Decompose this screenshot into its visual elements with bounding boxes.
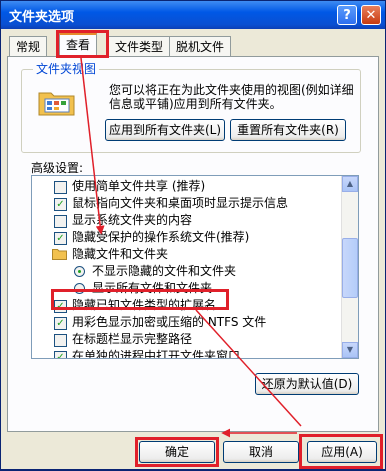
apply-button[interactable]: 应用(A) (307, 441, 377, 463)
help-button[interactable]: ? (337, 5, 357, 25)
advanced-settings-list: 使用简单文件共享 (推荐) ✓ 鼠标指向文件夹和桌面项时显示提示信息 显示系统文… (31, 175, 359, 359)
scroll-down-arrow-icon[interactable]: ▼ (342, 342, 358, 358)
checkbox-unchecked[interactable] (54, 215, 67, 228)
scroll-up-arrow-icon[interactable]: ▲ (342, 176, 358, 192)
tab-offline-files[interactable]: 脱机文件 (169, 36, 232, 56)
folder-views-description: 您可以将正在为此文件夹使用的视图(例如详细信息或平铺)应用到所有文件夹。 (109, 83, 354, 111)
radio-selected[interactable] (74, 266, 85, 277)
checkbox-checked[interactable]: ✓ (54, 317, 67, 330)
checkbox-unchecked[interactable] (54, 181, 67, 194)
close-button[interactable]: ✕ (361, 5, 381, 25)
checkbox-checked[interactable]: ✓ (54, 351, 67, 358)
title-bar[interactable]: 文件夹选项 ? ✕ (1, 1, 385, 29)
reset-all-folders-button[interactable]: 重置所有文件夹(R) (230, 119, 346, 141)
checkbox-checked[interactable]: ✓ (54, 232, 67, 245)
cancel-button[interactable]: 取消 (223, 441, 299, 463)
radio-unselected[interactable] (74, 283, 85, 294)
tab-view[interactable]: 查看 (59, 33, 98, 57)
ok-button[interactable]: 确定 (139, 441, 215, 463)
folder-options-window: 文件夹选项 ? ✕ 常规 查看 文件类型 脱机文件 文件夹视图 您可以将正在为此… (0, 0, 386, 470)
apply-to-all-folders-button[interactable]: 应用到所有文件夹(L) (105, 119, 225, 141)
advanced-settings-label: 高级设置: (31, 161, 84, 175)
checkbox-unchecked[interactable] (54, 334, 67, 347)
list-scrollbar[interactable]: ▲ ▼ (341, 176, 358, 358)
folder-view-icon (38, 92, 75, 116)
checkbox-checked[interactable]: ✓ (54, 198, 67, 211)
scrollbar-thumb[interactable] (342, 238, 358, 298)
folder-icon (52, 249, 67, 260)
restore-defaults-button[interactable]: 还原为默认值(D) (255, 373, 359, 395)
folder-views-label: 文件夹视图 (33, 62, 100, 76)
window-title: 文件夹选项 (9, 10, 75, 25)
checkbox-checked[interactable]: ✓ (54, 300, 67, 313)
tab-file-types[interactable]: 文件类型 (108, 36, 171, 56)
tab-general[interactable]: 常规 (9, 36, 48, 56)
